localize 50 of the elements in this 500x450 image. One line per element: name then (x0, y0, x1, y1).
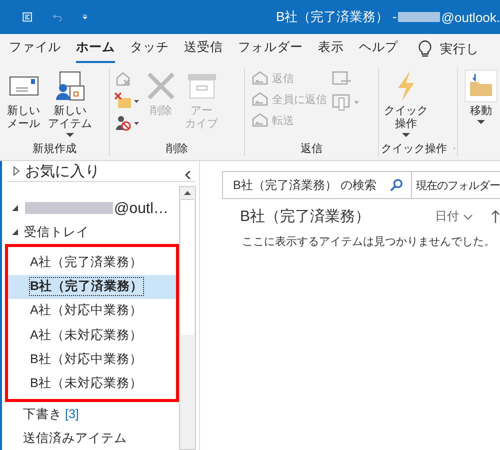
folder-item[interactable]: B社（完了済業務） (8, 274, 176, 299)
ribbon-button[interactable]: 新しい アイテム (45, 68, 95, 140)
lightbulb-icon[interactable] (418, 40, 432, 58)
expand-arrow-icon[interactable] (11, 228, 19, 236)
ribbon-tab[interactable]: フォルダー (238, 35, 303, 63)
envelope-arrow-icon (251, 91, 269, 107)
delete-icon (145, 70, 177, 102)
ribbon-button[interactable]: クイック 操作 (381, 68, 431, 140)
scrollbar[interactable] (179, 186, 196, 450)
ribbon-tab[interactable]: 表示 (318, 35, 344, 63)
envelope-arrow-icon (251, 112, 269, 128)
new-items-icon (54, 70, 86, 102)
account-name: @outlook. (441, 10, 500, 24)
group-label: 返信 (300, 142, 322, 156)
folder-title: B社（完了済業務） (240, 207, 372, 226)
chevron-down-icon (463, 214, 473, 220)
ribbon-tab[interactable]: ヘルプ (359, 35, 398, 63)
unread-count: [3] (65, 407, 79, 421)
folder-item[interactable]: 受信トレイ (24, 224, 89, 241)
expand-arrow-icon[interactable] (11, 204, 19, 212)
sort-direction-icon[interactable] (491, 210, 500, 223)
window-title: B社（完了済業務） - (276, 8, 397, 26)
dropdown-icon[interactable] (82, 12, 88, 22)
group-label: 新規作成 (32, 142, 76, 156)
ribbon-button[interactable]: 移動 (462, 68, 500, 128)
group-label: クイック操作 (381, 142, 447, 156)
expand-arrow-icon[interactable] (13, 166, 21, 176)
folder-item[interactable]: A社（完了済業務） (8, 250, 176, 275)
ribbon-tab[interactable]: ファイル (9, 35, 61, 63)
redacted-text (398, 12, 440, 22)
tell-me-field[interactable]: 実行し (440, 40, 479, 58)
ribbon-button[interactable]: 新しい メール (4, 68, 43, 134)
folder-item[interactable]: B社（対応中業務） (8, 347, 176, 372)
ribbon-tab[interactable]: 送受信 (184, 35, 223, 63)
sort-button[interactable]: 日付 (429, 207, 479, 226)
folder-item[interactable]: B社（未対応業務） (8, 372, 176, 396)
envelope-arrow-icon (251, 70, 269, 86)
folder-item[interactable]: 下書き (23, 406, 62, 422)
group-label: 削除 (166, 142, 188, 156)
folder-item[interactable]: A社（未対応業務） (8, 323, 176, 348)
block-sender-icon[interactable] (114, 114, 140, 132)
favorites-label[interactable]: お気に入り (25, 162, 185, 181)
folder-move-icon (465, 70, 497, 102)
folder-item[interactable]: A社（対応中業務） (8, 298, 176, 324)
folder-item[interactable]: 送信済みアイテム (23, 430, 127, 446)
collapse-pane-icon[interactable] (185, 171, 191, 179)
ribbon-tab[interactable]: タッチ (130, 35, 169, 63)
empty-message: ここに表示するアイテムは見つかりませんでした。 (241, 235, 496, 249)
account-folder[interactable]: @outl… (114, 200, 168, 217)
cleanup-icon[interactable] (114, 92, 140, 110)
